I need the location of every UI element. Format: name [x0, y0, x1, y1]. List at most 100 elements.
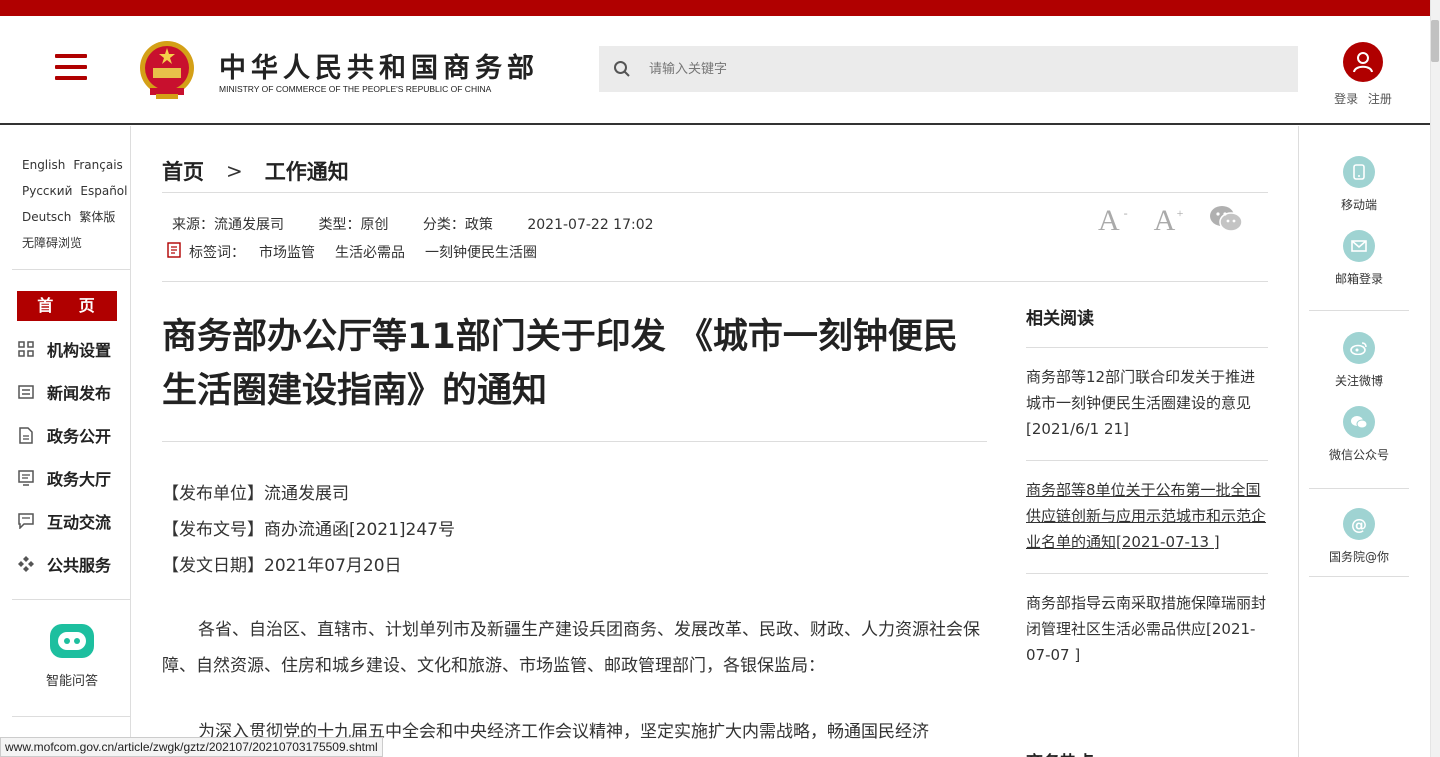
ai-assistant[interactable]: 智能问答 — [30, 624, 114, 689]
lang-french[interactable]: Français — [73, 158, 122, 172]
lang-spanish[interactable]: Español — [80, 184, 127, 198]
tag-link[interactable]: 生活必需品 — [335, 242, 405, 262]
register-link[interactable]: 注册 — [1368, 92, 1392, 106]
email-login-link[interactable]: 邮箱登录 — [1309, 230, 1409, 287]
divider — [162, 192, 1268, 193]
nav-item-service-hall[interactable]: 政务大厅 — [17, 463, 111, 493]
meta-category: 分类：政策 — [422, 217, 493, 233]
wechat-share-icon[interactable] — [1209, 205, 1244, 237]
search-input[interactable] — [649, 46, 1279, 92]
nav-item-news[interactable]: 新闻发布 — [17, 377, 111, 407]
related-link[interactable]: 商务部等12部门联合印发关于推进城市一刻钟便民生活圈建设的意见[2021/6/1… — [1026, 364, 1268, 461]
article-tags: 标签词： 市场监管 生活必需品 一刻钟便民生活圈 — [167, 242, 557, 262]
related-link[interactable]: 商务部指导云南采取措施保障瑞丽封闭管理社区生活必需品供应[2021-07-07 … — [1026, 590, 1268, 686]
robot-icon — [50, 624, 94, 658]
divider — [162, 281, 1268, 282]
tag-icon — [167, 242, 181, 262]
mobile-icon — [1343, 156, 1375, 188]
news-icon — [17, 383, 35, 401]
language-links: English Français Русский Español Deutsch 繁体… — [22, 152, 132, 256]
hamburger-menu-button[interactable] — [55, 54, 87, 82]
mail-icon — [1343, 230, 1375, 262]
article-tools: A- A + — [1098, 204, 1244, 238]
sidebar-divider — [1309, 488, 1409, 489]
divider — [162, 441, 987, 442]
scrollbar-thumb[interactable] — [1431, 20, 1439, 62]
login-link[interactable]: 登录 — [1334, 92, 1358, 106]
sidebar-divider — [1309, 576, 1409, 577]
nav-item-label: 互动交流 — [47, 513, 112, 532]
email-login-label: 邮箱登录 — [1334, 272, 1383, 286]
wechat-icon — [1343, 406, 1375, 438]
breadcrumb-home[interactable]: 首页 — [162, 156, 204, 186]
nav-item-label: 机构设置 — [47, 341, 112, 360]
accessibility-link[interactable]: 无障碍浏览 — [22, 236, 82, 250]
sidebar-divider — [12, 269, 131, 270]
article-paragraph: 各省、自治区、直辖市、计划单列市及新疆生产建设兵团商务、发展改革、民政、财政、人… — [162, 620, 980, 676]
font-increase-button[interactable]: A + — [1154, 204, 1184, 238]
nav-item-label: 政务公开 — [47, 427, 112, 446]
nav-item-label: 公共服务 — [47, 556, 112, 575]
main-content: 首页 > 工作通知 来源：流通发展司 类型：原创 分类：政策 2021-07-2… — [162, 126, 1268, 757]
meta-type: 类型：原创 — [318, 217, 389, 233]
ministry-name-cn: 中华人民共和国商务部 — [219, 53, 539, 84]
vertical-scrollbar[interactable] — [1430, 0, 1440, 757]
national-emblem-logo[interactable] — [136, 38, 198, 102]
related-reading: 相关阅读 商务部等12部门联合印发关于推进城市一刻钟便民生活圈建设的意见[202… — [1026, 304, 1268, 686]
wechat-account-link[interactable]: 微信公众号 — [1309, 406, 1409, 463]
site-header: 中华人民共和国商务部 MINISTRY OF COMMERCE OF THE P… — [0, 16, 1430, 125]
mobile-label: 移动端 — [1340, 198, 1377, 212]
related-heading: 相关阅读 — [1026, 304, 1268, 348]
search-icon[interactable] — [613, 60, 631, 82]
lang-traditional-chinese[interactable]: 繁体版 — [79, 210, 115, 224]
at-sign-icon: @ — [1343, 508, 1375, 540]
nav-home-button[interactable]: 首 页 — [17, 291, 117, 321]
grid-icon — [17, 340, 35, 358]
tags-label: 标签词： — [189, 245, 245, 261]
status-bar-url: www.mofcom.gov.cn/article/zwgk/gztz/2021… — [0, 737, 383, 757]
related-link[interactable]: 商务部等8单位关于公布第一批全国供应链创新与应用示范城市和示范企业名单的通知[2… — [1026, 477, 1268, 574]
breadcrumb-separator: > — [226, 159, 243, 183]
tag-link[interactable]: 一刻钟便民生活圈 — [425, 242, 537, 262]
nav-item-public-service[interactable]: 公共服务 — [17, 549, 111, 579]
lang-german[interactable]: Deutsch — [22, 210, 71, 224]
nav-item-organization[interactable]: 机构设置 — [17, 334, 111, 364]
hot-topics-heading: 商务热点 — [1026, 748, 1094, 757]
user-area: 登录 注册 — [1330, 42, 1396, 107]
breadcrumb: 首页 > 工作通知 — [162, 156, 349, 186]
ministry-name-en: MINISTRY OF COMMERCE OF THE PEOPLE'S REP… — [219, 84, 492, 94]
article-title: 商务部办公厅等11部门关于印发 《城市一刻钟便民生活圈建设指南》的通知 — [162, 317, 958, 411]
lang-russian[interactable]: Русский — [22, 184, 72, 198]
right-sidebar: 移动端 邮箱登录 关注微博 微信公众号 @ 国务院@你 — [1298, 126, 1430, 757]
search-bar — [599, 46, 1298, 92]
lang-english[interactable]: English — [22, 158, 65, 172]
meta-datetime: 2021-07-22 17:02 — [527, 217, 654, 233]
mobile-link[interactable]: 移动端 — [1309, 156, 1409, 213]
article-meta: 来源：流通发展司 类型：原创 分类：政策 2021-07-22 17:02 — [172, 214, 684, 234]
weibo-icon — [1343, 332, 1375, 364]
nav-item-label: 政务大厅 — [47, 470, 112, 489]
nav-item-interaction[interactable]: 互动交流 — [17, 506, 111, 536]
breadcrumb-current[interactable]: 工作通知 — [265, 156, 349, 186]
weibo-label: 关注微博 — [1334, 374, 1383, 388]
monitor-icon — [17, 469, 35, 487]
wechat-account-label: 微信公众号 — [1328, 448, 1389, 462]
font-decrease-button[interactable]: A- — [1098, 204, 1128, 238]
document-icon — [17, 426, 35, 444]
chat-icon — [17, 512, 35, 530]
left-sidebar: English Français Русский Español Deutsch 繁体… — [0, 126, 131, 757]
nav-item-gov-affairs[interactable]: 政务公开 — [17, 420, 111, 450]
ai-assistant-label: 智能问答 — [45, 674, 98, 689]
top-red-bar — [0, 0, 1430, 16]
user-avatar-icon[interactable] — [1343, 42, 1383, 82]
state-council-link[interactable]: @ 国务院@你 — [1309, 508, 1409, 565]
sidebar-divider — [12, 599, 131, 600]
field-date: 【发文日期】2021年07月20日 — [162, 556, 402, 576]
tag-link[interactable]: 市场监管 — [259, 242, 315, 262]
sidebar-divider — [12, 716, 131, 717]
state-council-label: 国务院@你 — [1328, 550, 1389, 564]
meta-source: 来源：流通发展司 — [172, 217, 284, 233]
weibo-link[interactable]: 关注微博 — [1309, 332, 1409, 389]
field-issuer: 【发布单位】流通发展司 — [162, 484, 349, 504]
article-fields: 【发布单位】流通发展司 【发布文号】商办流通函[2021]247号 【发文日期】… — [162, 476, 455, 584]
